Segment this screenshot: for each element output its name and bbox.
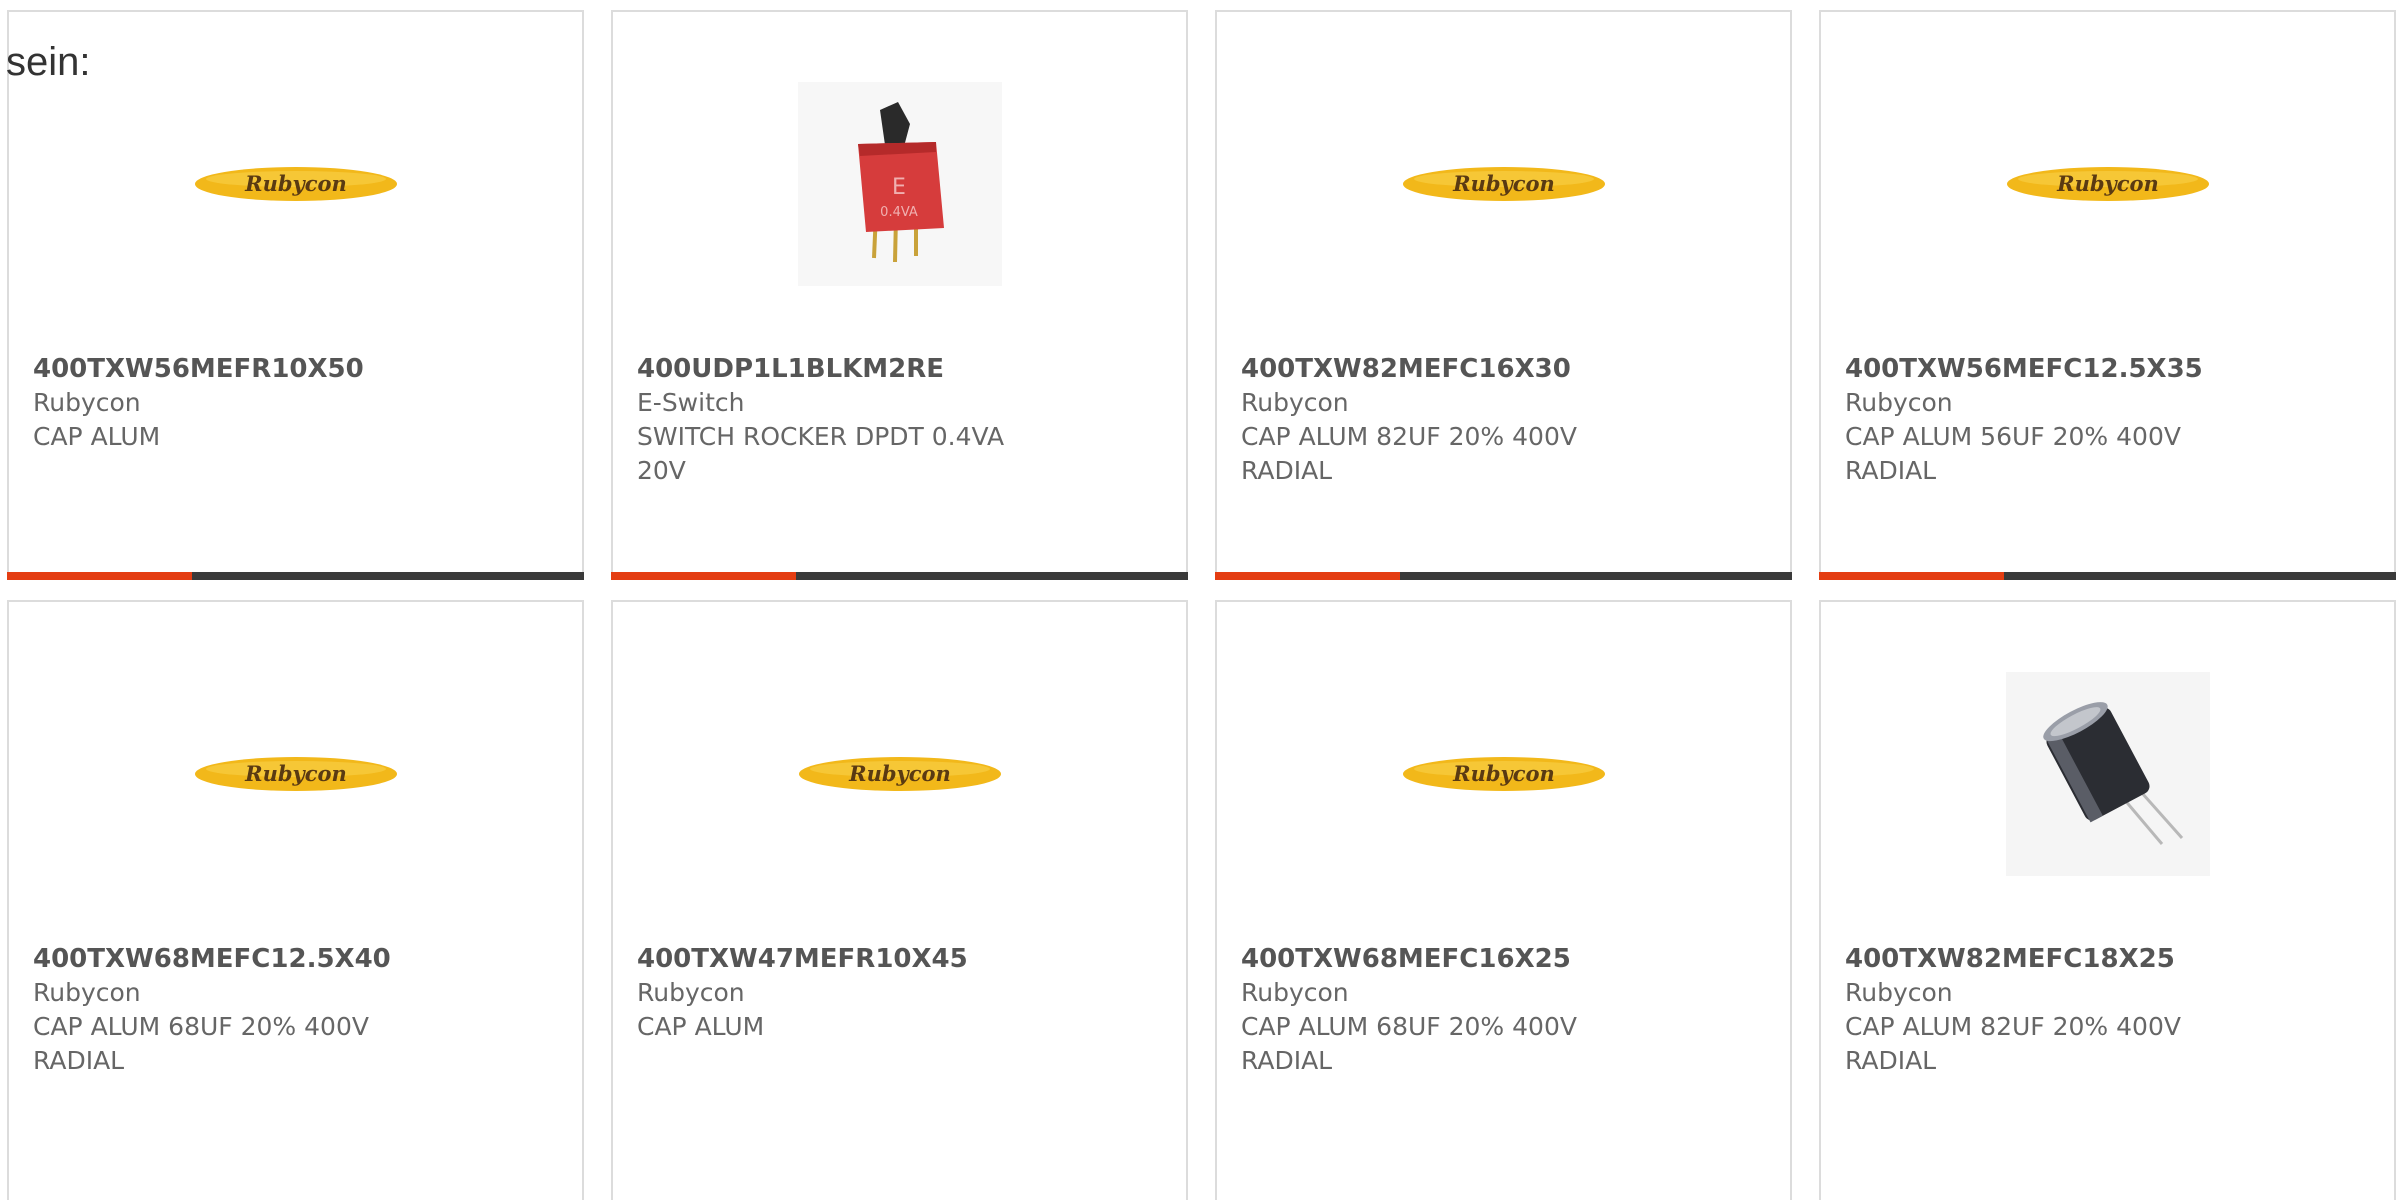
description: CAP ALUM 68UF 20% 400V RADIAL [33,1012,369,1075]
rubycon-logo-icon: Rubycon [798,757,1001,791]
part-number[interactable]: 400TXW47MEFR10X45 [637,942,1162,976]
manufacturer: Rubycon [637,978,745,1007]
description: CAP ALUM 56UF 20% 400V RADIAL [1845,422,2181,485]
capacitor-icon [2005,672,2210,876]
product-card[interactable]: Rubycon 400TXW68MEFC16X25 Rubycon CAP AL… [1215,600,1792,1200]
manufacturer: Rubycon [1241,388,1349,417]
rocker-switch-icon: E 0.4VA [797,82,1002,286]
manufacturer: Rubycon [33,978,141,1007]
rubycon-logo-icon: Rubycon [194,757,397,791]
svg-text:0.4VA: 0.4VA [880,205,918,220]
progress-fill [611,572,796,580]
manufacturer: Rubycon [1845,388,1953,417]
progress-bar [611,572,1188,580]
part-number[interactable]: 400TXW82MEFC18X25 [1845,942,2370,976]
svg-text:Rubycon: Rubycon [1452,761,1555,786]
product-card[interactable]: Rubycon 400TXW47MEFR10X45 Rubycon CAP AL… [611,600,1188,1200]
svg-text:Rubycon: Rubycon [1452,171,1555,196]
part-number[interactable]: 400TXW68MEFC12.5X40 [33,942,558,976]
product-image[interactable]: Rubycon [798,672,1002,876]
product-image[interactable]: Rubycon [194,672,398,876]
product-image[interactable] [2005,672,2210,876]
product-card[interactable]: Rubycon 400TXW68MEFC12.5X40 Rubycon CAP … [7,600,584,1200]
description: CAP ALUM [637,1012,765,1041]
product-image[interactable]: Rubycon [1402,672,1606,876]
progress-fill [1819,572,2004,580]
product-image[interactable]: Rubycon [194,82,398,286]
product-card[interactable]: E 0.4VA 400UDP1L1BLKM2RE E-Switch SWITCH… [611,10,1188,580]
rubycon-logo-icon: Rubycon [1402,167,1605,201]
manufacturer: Rubycon [1845,978,1953,1007]
description: CAP ALUM 68UF 20% 400V RADIAL [1241,1012,1577,1075]
svg-text:Rubycon: Rubycon [2056,171,2159,196]
product-card[interactable]: Rubycon 400TXW56MEFR10X50 Rubycon CAP AL… [7,10,584,580]
part-number[interactable]: 400UDP1L1BLKM2RE [637,352,1162,386]
progress-fill [7,572,192,580]
part-number[interactable]: 400TXW68MEFC16X25 [1241,942,1766,976]
product-card[interactable]: Rubycon 400TXW82MEFC16X30 Rubycon CAP AL… [1215,10,1792,580]
description: CAP ALUM 82UF 20% 400V RADIAL [1845,1012,2181,1075]
svg-text:Rubycon: Rubycon [244,761,347,786]
rubycon-logo-icon: Rubycon [194,167,397,201]
description: CAP ALUM [33,422,161,451]
product-card[interactable]: Rubycon 400TXW56MEFC12.5X35 Rubycon CAP … [1819,10,2396,580]
svg-text:Rubycon: Rubycon [244,171,347,196]
progress-bar [1819,572,2396,580]
rubycon-logo-icon: Rubycon [1402,757,1605,791]
rubycon-logo-icon: Rubycon [2006,167,2209,201]
svg-text:E: E [892,175,906,200]
description: SWITCH ROCKER DPDT 0.4VA 20V [637,422,1005,485]
intro-text: sein: [6,40,91,84]
product-image[interactable]: E 0.4VA [797,82,1002,286]
progress-bar [7,572,584,580]
svg-text:Rubycon: Rubycon [848,761,951,786]
part-number[interactable]: 400TXW82MEFC16X30 [1241,352,1766,386]
product-image[interactable]: Rubycon [1402,82,1606,286]
progress-fill [1215,572,1400,580]
part-number[interactable]: 400TXW56MEFR10X50 [33,352,558,386]
product-card[interactable]: 400TXW82MEFC18X25 Rubycon CAP ALUM 82UF … [1819,600,2396,1200]
product-image[interactable]: Rubycon [2006,82,2210,286]
description: CAP ALUM 82UF 20% 400V RADIAL [1241,422,1577,485]
part-number[interactable]: 400TXW56MEFC12.5X35 [1845,352,2370,386]
manufacturer: E-Switch [637,388,745,417]
progress-bar [1215,572,1792,580]
manufacturer: Rubycon [33,388,141,417]
manufacturer: Rubycon [1241,978,1349,1007]
